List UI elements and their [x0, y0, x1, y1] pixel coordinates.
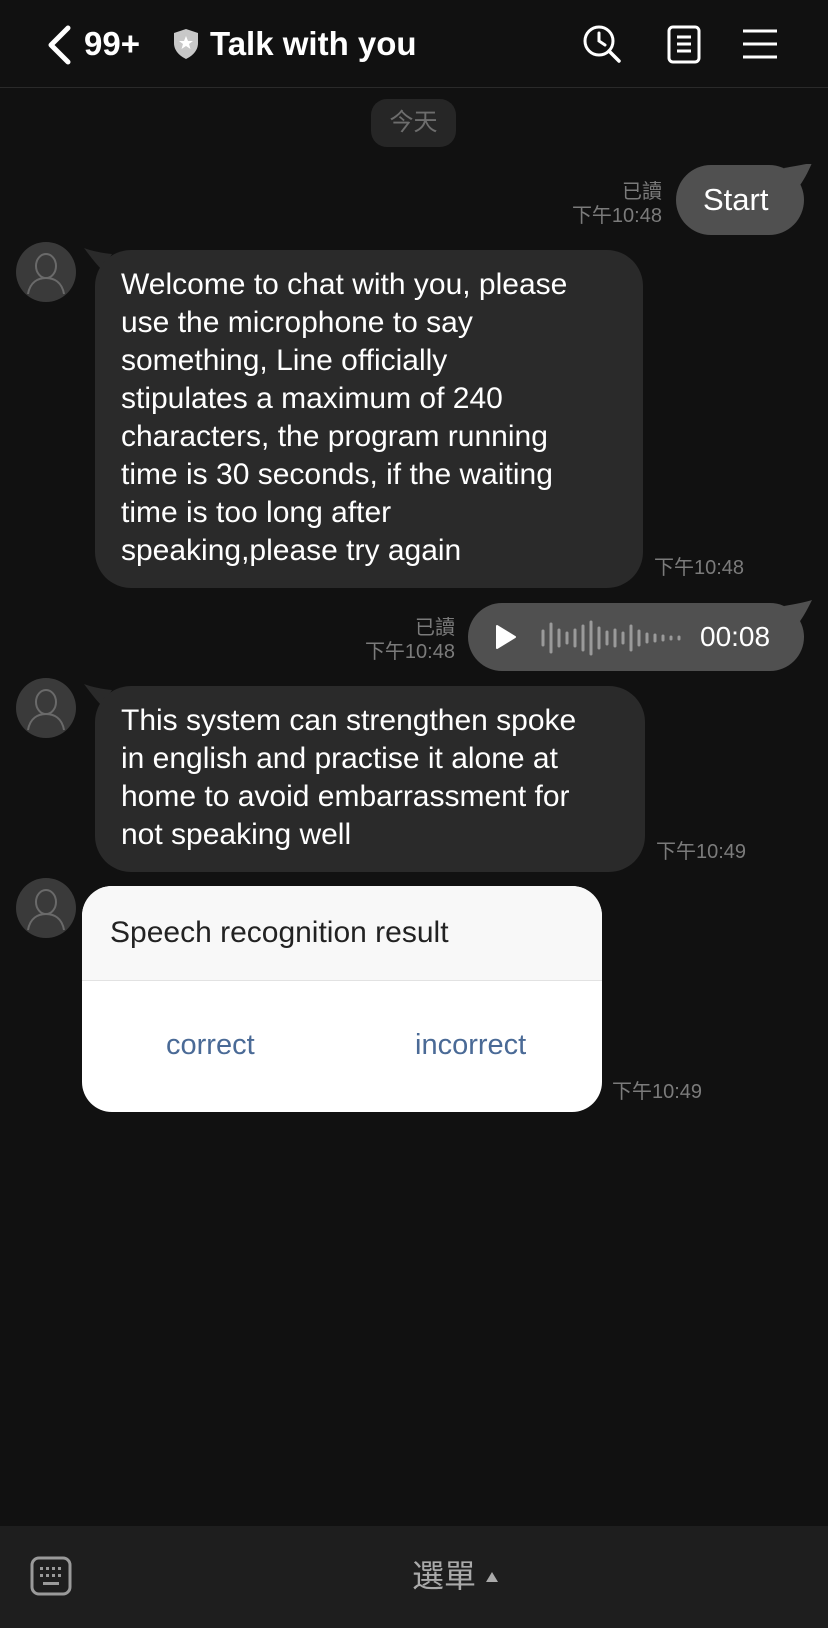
message-line: time is 30 seconds, if the waiting	[121, 458, 553, 491]
bot-avatar[interactable]	[16, 878, 76, 938]
message-line: not speaking well	[121, 818, 352, 851]
correct-button[interactable]: correct	[166, 1026, 255, 1064]
message-line: time is too long after	[121, 496, 392, 529]
search-clock-icon[interactable]	[582, 24, 622, 64]
person-silhouette-icon	[27, 689, 65, 731]
message-line: in english and practise it alone at	[121, 742, 558, 775]
message-text: Start	[703, 182, 769, 217]
card-header: Speech recognition result	[82, 886, 602, 981]
message-line: This system can strengthen spoke	[121, 704, 577, 737]
message-line: stipulates a maximum of 240	[121, 382, 503, 415]
bubble-tail	[784, 600, 812, 624]
bot-avatar[interactable]	[16, 242, 76, 302]
menu-toggle-button[interactable]: 選單	[412, 1554, 476, 1598]
card-title: Speech recognition result	[110, 916, 449, 949]
message-meta: 已讀 下午10:48	[572, 180, 662, 228]
message-line: something, Line officially	[121, 344, 448, 377]
message-time: 下午10:49	[612, 1081, 703, 1103]
read-receipt: 已讀	[622, 181, 662, 203]
message-line: characters, the program running	[121, 420, 548, 453]
incorrect-button[interactable]: incorrect	[415, 1026, 526, 1064]
message-line: use the microphone to say	[121, 306, 473, 339]
bubble-tail	[784, 164, 812, 188]
message-time: 下午10:48	[654, 557, 745, 579]
person-silhouette-icon	[27, 889, 65, 931]
incoming-message-bubble[interactable]: Welcome to chat with you, please use the…	[95, 250, 643, 588]
bot-avatar[interactable]	[16, 678, 76, 738]
person-silhouette-icon	[27, 253, 65, 295]
message-line: Welcome to chat with you, please	[121, 268, 568, 301]
back-chevron-icon[interactable]	[44, 24, 74, 66]
message-line: home to avoid embarrassment for	[121, 780, 570, 813]
caret-up-icon[interactable]	[486, 1572, 498, 1582]
bottom-menu-bar: 選單	[0, 1526, 828, 1628]
speech-result-card: Speech recognition result correct incorr…	[82, 886, 602, 1112]
waveform-icon	[541, 620, 681, 656]
keyboard-icon[interactable]	[30, 1556, 72, 1596]
message-time: 下午10:48	[364, 641, 455, 663]
message-line: speaking,please try again	[121, 534, 462, 567]
read-receipt: 已讀	[415, 617, 455, 639]
message-time: 下午10:48	[571, 205, 662, 227]
incoming-message-bubble[interactable]: This system can strengthen spoke in engl…	[95, 686, 645, 872]
message-meta: 已讀 下午10:48	[365, 616, 455, 664]
chat-header: 99+ Talk with you	[0, 0, 828, 88]
date-separator: 今天	[371, 99, 456, 147]
menu-icon[interactable]	[740, 24, 780, 64]
message-time: 下午10:49	[656, 841, 747, 863]
chat-title[interactable]: Talk with you	[210, 22, 417, 66]
voice-duration: 00:08	[700, 621, 771, 652]
shield-star-icon	[174, 29, 198, 59]
unread-count[interactable]: 99+	[84, 22, 140, 66]
notes-icon[interactable]	[664, 24, 704, 64]
play-icon[interactable]	[494, 624, 518, 650]
